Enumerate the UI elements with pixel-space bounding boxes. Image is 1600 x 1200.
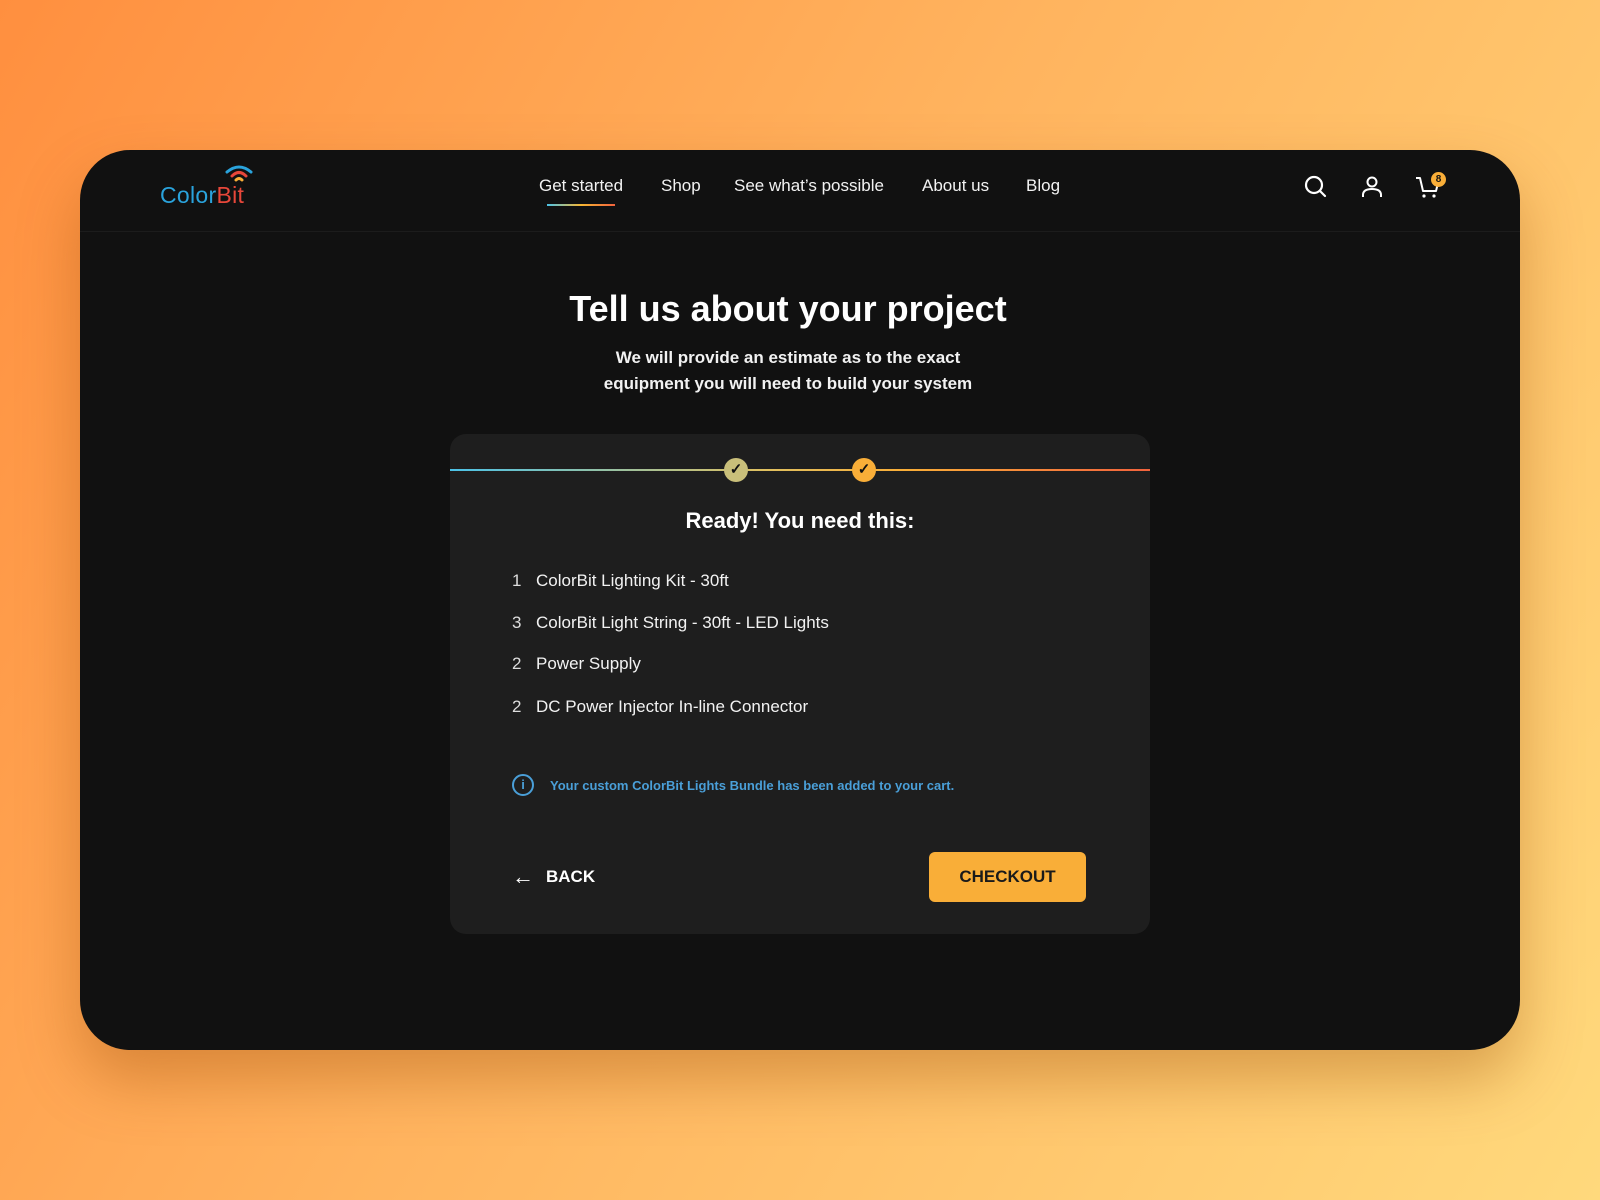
list-item: 2 DC Power Injector In-line Connector xyxy=(512,697,809,716)
site-header: ColorBit Get started Shop See what’s pos… xyxy=(80,150,1520,232)
checkout-button[interactable]: CHECKOUT xyxy=(929,852,1086,902)
logo-text: ColorBit xyxy=(160,182,245,208)
cart-count-badge: 8 xyxy=(1431,172,1446,187)
info-icon: i xyxy=(512,774,534,796)
search-icon[interactable] xyxy=(1303,174,1329,200)
step-1-complete-check-icon: ✓ xyxy=(724,458,748,482)
back-button[interactable]: ← BACK xyxy=(512,864,595,890)
cart-button[interactable]: 8 xyxy=(1415,172,1446,200)
notice-text: Your custom ColorBit Lights Bundle has b… xyxy=(550,777,955,793)
user-icon[interactable] xyxy=(1359,174,1385,200)
back-label: BACK xyxy=(546,867,596,886)
page-title: Tell us about your project xyxy=(569,288,1007,329)
nav-shop[interactable]: Shop xyxy=(661,176,701,196)
arrow-left-icon: ← xyxy=(512,864,534,889)
nav-get-started[interactable]: Get started xyxy=(539,176,623,206)
list-item: 2 Power Supply xyxy=(512,654,641,673)
browser-window: ColorBit Get started Shop See what’s pos… xyxy=(80,150,1520,1050)
step-2-complete-check-icon: ✓ xyxy=(852,458,876,482)
page-subtitle: We will provide an estimate as to the ex… xyxy=(603,348,973,393)
progress-bar xyxy=(450,469,1150,471)
list-item: 3 ColorBit Light String - 30ft - LED Ligh… xyxy=(512,613,829,632)
colorbit-logo[interactable]: ColorBit xyxy=(160,164,260,214)
nav-see-whats-possible[interactable]: See what’s possible xyxy=(734,176,884,196)
result-heading: Ready! You need this: xyxy=(685,508,915,533)
list-item: 1 ColorBit Lighting Kit - 30ft xyxy=(512,571,729,590)
cart-added-notice: i Your custom ColorBit Lights Bundle has… xyxy=(512,774,954,796)
nav-blog[interactable]: Blog xyxy=(1026,176,1060,196)
project-result-card: ✓ ✓ Ready! You need this: 1 ColorBit Ligh… xyxy=(450,434,1150,934)
nav-about-us[interactable]: About us xyxy=(922,176,989,196)
